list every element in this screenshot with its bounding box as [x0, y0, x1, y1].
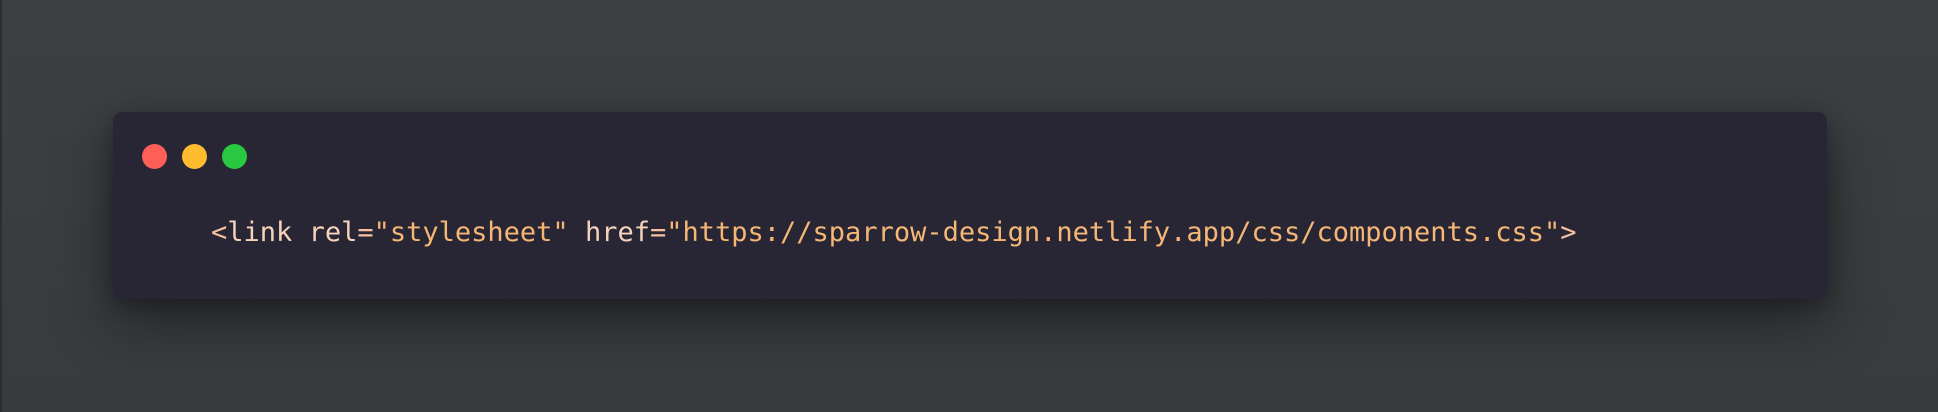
- code-close-bracket: >: [1560, 217, 1577, 248]
- code-attr-href: href: [584, 217, 650, 248]
- code-tag-name: link: [227, 217, 293, 248]
- code-equals: =: [357, 217, 374, 248]
- minimize-icon[interactable]: [182, 144, 207, 169]
- code-attr-rel: rel: [308, 217, 358, 248]
- code-snippet-window: <link rel="stylesheet" href="https://spa…: [113, 112, 1827, 299]
- maximize-icon[interactable]: [222, 144, 247, 169]
- code-equals: =: [649, 217, 667, 248]
- code-open-bracket: <: [211, 217, 228, 248]
- code-attr-rel-value: "stylesheet": [373, 217, 569, 248]
- left-edge-divider: [0, 0, 2, 412]
- window-controls: [142, 144, 247, 169]
- close-icon[interactable]: [142, 144, 167, 169]
- code-line: <link rel="stylesheet" href="https://spa…: [211, 216, 1577, 250]
- code-attr-href-value: "https://sparrow-design.netlify.app/css/…: [666, 217, 1561, 248]
